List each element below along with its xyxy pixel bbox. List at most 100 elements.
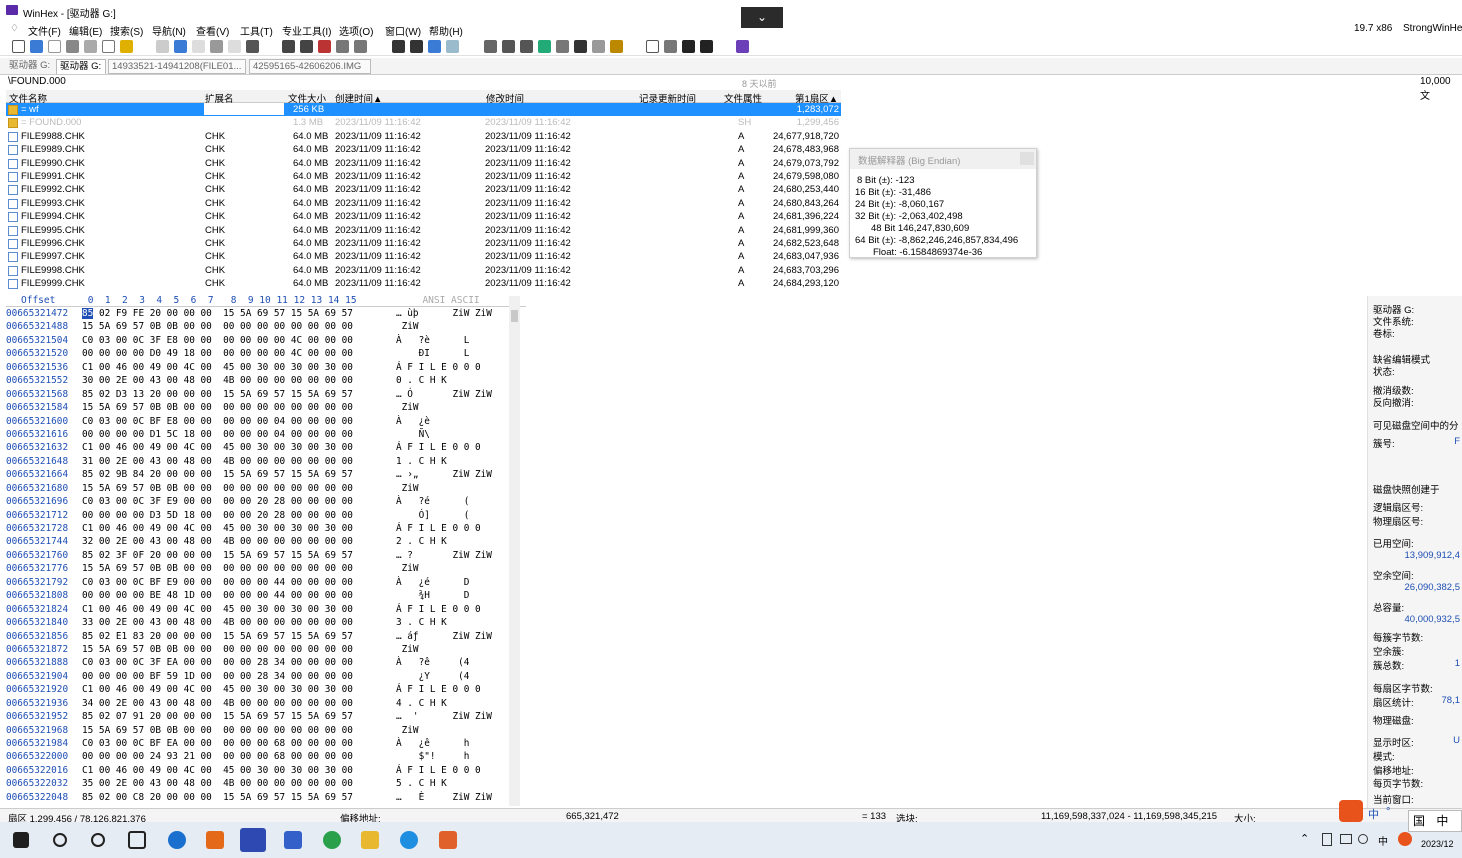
hex-row[interactable]: 00665321680 15 5A 69 57 0B 0B 00 00 00 00… — [6, 483, 516, 496]
taskbar-clock[interactable]: 2023/12 — [1421, 839, 1454, 849]
hex-row[interactable]: 00665321824 C1 00 46 00 49 00 4C 00 45 00… — [6, 604, 516, 617]
write-icon[interactable] — [210, 40, 223, 53]
app-red-icon[interactable] — [439, 831, 457, 849]
cortana-icon[interactable] — [91, 833, 105, 847]
directory-row[interactable]: FILE9997.CHK CHK 64.0 MB 2023/11/09 11:16:4… — [6, 250, 841, 263]
hex-ascii[interactable]: … ' ZiW ZiW — [396, 711, 492, 722]
hex-ascii[interactable]: … ? ZiW ZiW — [396, 550, 492, 561]
close-icon[interactable] — [1020, 152, 1034, 165]
ram-editor-icon[interactable] — [502, 40, 515, 53]
hex-ascii[interactable]: Á F I L E 0 0 0 — [396, 362, 481, 373]
hex-bytes[interactable]: 15 5A 69 57 0B 0B 00 00 00 00 00 00 00 0… — [82, 644, 353, 655]
sogou-ime-icon[interactable] — [1398, 832, 1412, 846]
hex-row[interactable]: 00665321568 85 02 D3 13 20 00 00 00 15 5A… — [6, 389, 516, 402]
prev-sector-icon[interactable] — [682, 40, 695, 53]
floating-punct-icon[interactable]: ° — [1386, 806, 1390, 818]
menu-app-icon[interactable]: ♢ — [10, 23, 19, 34]
hex-scrollbar[interactable] — [509, 296, 520, 806]
copy-icon[interactable] — [174, 40, 187, 53]
print-icon[interactable] — [66, 40, 79, 53]
hex-row[interactable]: 00665321888 C0 03 00 0C 3F EA 00 00 00 00… — [6, 657, 516, 670]
floating-ime-label[interactable]: 中 — [1368, 806, 1379, 822]
hex-bytes[interactable]: 32 00 2E 00 43 00 48 00 4B 00 00 00 00 0… — [82, 536, 353, 547]
forward-arrow-icon[interactable] — [446, 40, 459, 53]
winhex-taskbar-icon[interactable] — [240, 828, 266, 852]
hex-row[interactable]: 00665321712 00 00 00 00 D3 5D 18 00 00 00… — [6, 510, 516, 523]
hex-editor[interactable]: 00665321472 85 02 F9 FE 20 00 00 00 15 5A… — [6, 308, 516, 806]
hex-bytes[interactable]: 34 00 2E 00 43 00 48 00 4B 00 00 00 00 0… — [82, 698, 353, 709]
hex-row[interactable]: 00665321584 15 5A 69 57 0B 0B 00 00 00 00… — [6, 402, 516, 415]
hex-bytes[interactable]: C0 03 00 0C 3F EA 00 00 00 00 28 34 00 0… — [82, 657, 353, 668]
template-icon[interactable] — [592, 40, 605, 53]
hex-ascii[interactable]: ÐI L — [396, 348, 470, 359]
fill-icon[interactable] — [228, 40, 241, 53]
hex-bytes[interactable]: 85 02 D3 13 20 00 00 00 15 5A 69 57 15 5… — [82, 389, 353, 400]
directory-row[interactable]: FILE9991.CHK CHK 64.0 MB 2023/11/09 11:16:4… — [6, 170, 841, 183]
ime-country-label[interactable]: 国 — [1413, 814, 1425, 828]
hex-bytes[interactable]: 85 02 00 C8 20 00 00 00 15 5A 69 57 15 5… — [82, 792, 353, 803]
windows-start-icon[interactable] — [13, 832, 29, 848]
properties-icon[interactable] — [84, 40, 97, 53]
hex-bytes[interactable]: C1 00 46 00 49 00 4C 00 45 00 30 00 30 0… — [82, 362, 353, 373]
hex-row[interactable]: 00665321616 00 00 00 00 D1 5C 18 00 00 00… — [6, 429, 516, 442]
directory-row[interactable]: FILE9994.CHK CHK 64.0 MB 2023/11/09 11:16:4… — [6, 210, 841, 223]
menu-help[interactable]: 帮助(H) — [429, 23, 463, 38]
directory-row[interactable]: FILE9995.CHK CHK 64.0 MB 2023/11/09 11:16:4… — [6, 224, 841, 237]
calculator-icon[interactable] — [538, 40, 551, 53]
directory-row[interactable]: FILE9999.CHK CHK 64.0 MB 2023/11/09 11:16:4… — [6, 277, 841, 290]
hex-ascii[interactable]: 1 . C H K — [396, 456, 447, 467]
hex-row[interactable]: 00665321728 C1 00 46 00 49 00 4C 00 45 00… — [6, 523, 516, 536]
hex-bytes[interactable]: C0 03 00 0C 3F E8 00 00 00 00 00 00 4C 0… — [82, 335, 353, 346]
hex-row[interactable]: 00665321760 85 02 3F 0F 20 00 00 00 15 5A… — [6, 550, 516, 563]
directory-row[interactable]: FILE9993.CHK CHK 64.0 MB 2023/11/09 11:16:4… — [6, 197, 841, 210]
network-icon[interactable] — [1340, 834, 1352, 844]
open-disk-icon[interactable] — [102, 40, 115, 53]
hex-bytes[interactable]: 00 00 00 00 BF 59 1D 00 00 00 28 34 00 0… — [82, 671, 353, 682]
disk-editor-icon[interactable] — [484, 40, 497, 53]
hex-bytes[interactable]: 85 02 07 91 20 00 00 00 15 5A 69 57 15 5… — [82, 711, 353, 722]
sogou-floating-icon[interactable] — [1339, 800, 1363, 822]
hex-ascii[interactable]: … ùþ ZiW ZiW — [396, 308, 492, 319]
hex-row[interactable]: 00665321488 15 5A 69 57 0B 0B 00 00 00 00… — [6, 321, 516, 334]
back-arrow-icon[interactable] — [428, 40, 441, 53]
hex-ascii[interactable]: À ¿è — [396, 416, 430, 427]
hex-ascii[interactable]: Á F I L E 0 0 0 — [396, 442, 481, 453]
open-file-icon[interactable] — [30, 40, 43, 53]
hex-bytes[interactable]: 85 02 F9 FE 20 00 00 00 15 5A 69 57 15 5… — [82, 308, 353, 319]
hex-row[interactable]: 00665322000 00 00 00 00 24 93 21 00 00 00… — [6, 751, 516, 764]
hex-bytes[interactable]: C1 00 46 00 49 00 4C 00 45 00 30 00 30 0… — [82, 442, 353, 453]
scrollbar-thumb[interactable] — [511, 310, 518, 322]
directory-row[interactable]: = wf 256 KB 1,283,072 — [6, 103, 841, 117]
menu-search[interactable]: 搜索(S) — [110, 23, 143, 38]
hex-ascii[interactable]: ZiW — [396, 483, 419, 494]
hex-ascii[interactable]: … áƒ ZiW ZiW — [396, 631, 492, 642]
hex-bytes[interactable]: 00 00 00 00 D0 49 18 00 00 00 00 00 4C 0… — [82, 348, 353, 359]
find-hex-icon[interactable] — [300, 40, 313, 53]
hex-row[interactable]: 00665322032 35 00 2E 00 43 00 48 00 4B 00… — [6, 778, 516, 791]
hex-row[interactable]: 00665321504 C0 03 00 0C 3F E8 00 00 00 00… — [6, 335, 516, 348]
hex-ascii[interactable]: Ñ\ — [396, 429, 430, 440]
menu-view[interactable]: 查看(V) — [196, 23, 229, 38]
menu-file[interactable]: 文件(F) — [28, 23, 61, 38]
hex-row[interactable]: 00665321872 15 5A 69 57 0B 0B 00 00 00 00… — [6, 644, 516, 657]
hex-ascii[interactable]: 4 . C H K — [396, 698, 447, 709]
directory-browser-icon[interactable] — [646, 40, 659, 53]
next-sector-icon[interactable] — [700, 40, 713, 53]
menu-pro-tools[interactable]: 专业工具(I) — [282, 23, 331, 38]
hex-bytes[interactable]: 31 00 2E 00 43 00 48 00 4B 00 00 00 00 0… — [82, 456, 353, 467]
hex-ascii[interactable]: $"! h — [396, 751, 470, 762]
hex-row[interactable]: 00665321744 32 00 2E 00 43 00 48 00 4B 00… — [6, 536, 516, 549]
hex-bytes[interactable]: 30 00 2E 00 43 00 48 00 4B 00 00 00 00 0… — [82, 375, 353, 386]
hex-row[interactable]: 00665321600 C0 03 00 0C BF E8 00 00 00 00… — [6, 416, 516, 429]
directory-row[interactable]: FILE9990.CHK CHK 64.0 MB 2023/11/09 11:16:4… — [6, 157, 841, 170]
hex-bytes[interactable]: 85 02 9B 84 20 00 00 00 15 5A 69 57 15 5… — [82, 469, 353, 480]
hex-ascii[interactable]: ZiW — [396, 563, 419, 574]
hex-ascii[interactable]: À ¿é D — [396, 577, 469, 588]
hex-row[interactable]: 00665321808 00 00 00 00 BE 48 1D 00 00 00… — [6, 590, 516, 603]
task-view-icon[interactable] — [128, 831, 146, 849]
paste-icon[interactable] — [192, 40, 205, 53]
hex-row[interactable]: 00665321984 C0 03 00 0C BF EA 00 00 00 00… — [6, 738, 516, 751]
app-blue-icon[interactable] — [284, 831, 302, 849]
hex-ascii[interactable]: ZiW — [396, 725, 419, 736]
hex-ascii[interactable]: Ó] ( — [396, 510, 470, 521]
